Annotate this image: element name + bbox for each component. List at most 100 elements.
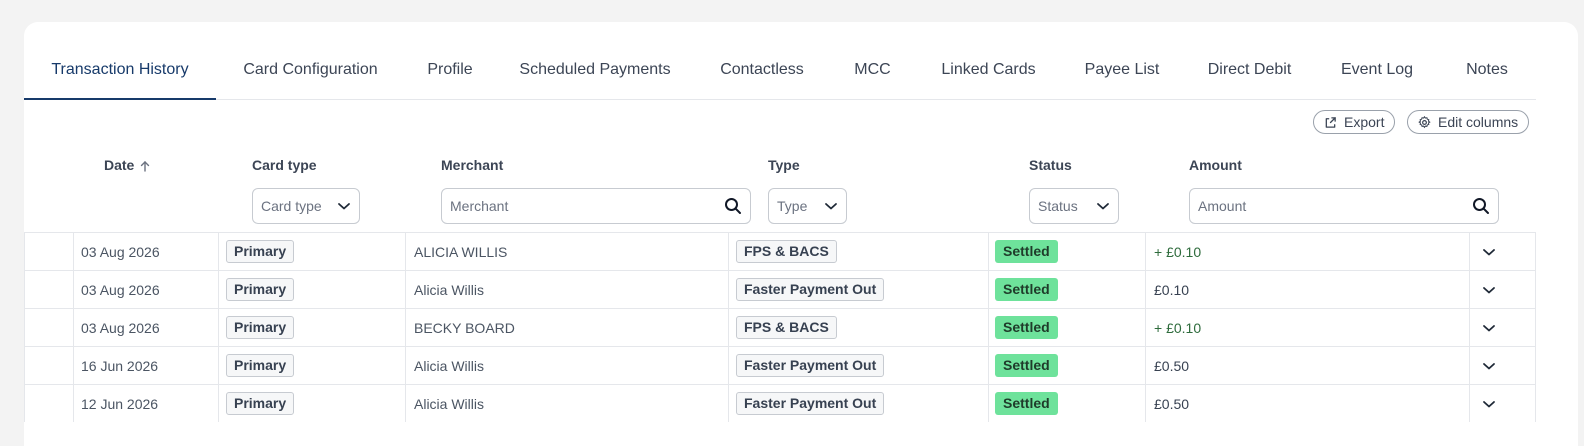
amount-filter[interactable] <box>1189 188 1499 224</box>
column-divider <box>405 271 406 308</box>
type-cell: FPS & BACS <box>736 233 837 270</box>
type-cell: Faster Payment Out <box>736 385 885 422</box>
tab-mcc[interactable]: MCC <box>829 40 916 99</box>
column-header-card-type: Card type <box>252 157 317 173</box>
column-divider <box>405 347 406 384</box>
expand-row-button[interactable] <box>1474 309 1504 346</box>
amount-cell: + £0.10 <box>1154 233 1201 270</box>
column-header-date[interactable]: Date <box>104 157 150 175</box>
status-cell: Settled <box>995 385 1058 422</box>
date-cell: 12 Jun 2026 <box>81 385 158 422</box>
column-header-amount: Amount <box>1189 157 1242 173</box>
status-badge: Settled <box>995 316 1058 339</box>
amount-value: + £0.10 <box>1154 243 1202 260</box>
status-cell: Settled <box>995 309 1058 346</box>
tab-card-configuration[interactable]: Card Configuration <box>216 40 405 99</box>
merchant-cell: BECKY BOARD <box>414 309 515 346</box>
column-divider <box>73 347 74 384</box>
tab-event-log[interactable]: Event Log <box>1316 40 1438 99</box>
card-type-filter[interactable]: Card type <box>252 188 360 224</box>
date-cell: 16 Jun 2026 <box>81 347 158 384</box>
tab-notes[interactable]: Notes <box>1438 40 1536 99</box>
amount-value: + £0.10 <box>1154 319 1202 336</box>
edit-columns-label: Edit columns <box>1438 114 1519 130</box>
column-divider <box>73 271 74 308</box>
merchant-value: ALICIA WILLIS <box>414 243 508 260</box>
column-divider <box>1145 385 1146 422</box>
table-row[interactable]: 03 Aug 2026 Primary Alicia Willis Faster Pa… <box>24 270 1536 308</box>
chevron-down-icon <box>824 201 838 211</box>
card-type-cell: Primary <box>226 233 295 270</box>
merchant-filter[interactable] <box>441 188 751 224</box>
table-row[interactable]: 03 Aug 2026 Primary ALICIA WILLIS FPS & BAC… <box>24 232 1536 270</box>
expand-row-button[interactable] <box>1474 347 1504 384</box>
table-row[interactable]: 12 Jun 2026 Primary Alicia Willis Faster Pa… <box>24 384 1536 422</box>
merchant-cell: ALICIA WILLIS <box>414 233 507 270</box>
card-type-badge: Primary <box>226 354 295 377</box>
column-divider <box>1145 347 1146 384</box>
tab-payee-list[interactable]: Payee List <box>1061 40 1183 99</box>
tab-transaction-history[interactable]: Transaction History <box>24 40 216 100</box>
date-value: 16 Jun 2026 <box>81 357 159 374</box>
export-button[interactable]: Export <box>1313 110 1396 134</box>
expand-row-button[interactable] <box>1474 385 1504 422</box>
column-divider <box>988 233 989 270</box>
card-type-badge: Primary <box>226 392 295 415</box>
amount-value: £0.10 <box>1154 281 1190 298</box>
column-header-type: Type <box>768 157 800 173</box>
tab-profile[interactable]: Profile <box>405 40 495 99</box>
tab-direct-debit[interactable]: Direct Debit <box>1183 40 1316 99</box>
table-row[interactable]: 03 Aug 2026 Primary BECKY BOARD FPS & BACS S… <box>24 308 1536 346</box>
column-divider <box>1469 309 1470 346</box>
amount-search-input[interactable] <box>1198 198 1466 214</box>
expand-row-button[interactable] <box>1474 233 1504 270</box>
expand-row-button[interactable] <box>1474 271 1504 308</box>
column-header-merchant: Merchant <box>441 157 504 173</box>
column-divider <box>405 385 406 422</box>
merchant-search-input[interactable] <box>450 198 718 214</box>
amount-cell: £0.50 <box>1154 347 1189 384</box>
type-filter[interactable]: Type <box>768 188 847 224</box>
search-icon[interactable] <box>724 197 742 215</box>
card-type-badge: Primary <box>226 240 295 263</box>
edit-columns-button[interactable]: Edit columns <box>1407 110 1530 134</box>
type-cell: Faster Payment Out <box>736 271 885 308</box>
status-filter[interactable]: Status <box>1029 188 1119 224</box>
column-divider <box>988 347 989 384</box>
card-type-cell: Primary <box>226 309 295 346</box>
export-label: Export <box>1344 114 1385 130</box>
tab-linked-cards[interactable]: Linked Cards <box>916 40 1061 99</box>
tab-contactless[interactable]: Contactless <box>695 40 829 99</box>
merchant-value: BECKY BOARD <box>414 319 515 336</box>
type-badge: FPS & BACS <box>736 316 837 339</box>
export-icon <box>1324 116 1337 129</box>
search-icon[interactable] <box>1472 197 1490 215</box>
merchant-value: Alicia Willis <box>414 281 484 298</box>
sort-ascending-icon <box>140 159 150 175</box>
gear-icon <box>1418 115 1431 129</box>
type-cell: FPS & BACS <box>736 309 837 346</box>
column-divider <box>218 347 219 384</box>
column-divider <box>218 271 219 308</box>
column-divider <box>405 309 406 346</box>
column-divider <box>1469 385 1470 422</box>
table-row[interactable]: 16 Jun 2026 Primary Alicia Willis Faster Pa… <box>24 346 1536 384</box>
column-divider <box>73 233 74 270</box>
merchant-cell: Alicia Willis <box>414 385 484 422</box>
column-divider <box>218 309 219 346</box>
column-divider <box>988 385 989 422</box>
merchant-value: Alicia Willis <box>414 357 484 374</box>
type-badge: Faster Payment Out <box>736 392 885 415</box>
column-divider <box>728 233 729 270</box>
column-divider <box>728 385 729 422</box>
tab-scheduled-payments[interactable]: Scheduled Payments <box>495 40 695 99</box>
card-type-badge: Primary <box>226 278 295 301</box>
type-cell: Faster Payment Out <box>736 347 885 384</box>
column-divider <box>73 309 74 346</box>
merchant-value: Alicia Willis <box>414 395 484 412</box>
column-divider <box>1145 233 1146 270</box>
date-value: 03 Aug 2026 <box>81 319 160 336</box>
column-divider <box>1145 271 1146 308</box>
amount-value: £0.50 <box>1154 357 1190 374</box>
column-divider <box>988 309 989 346</box>
